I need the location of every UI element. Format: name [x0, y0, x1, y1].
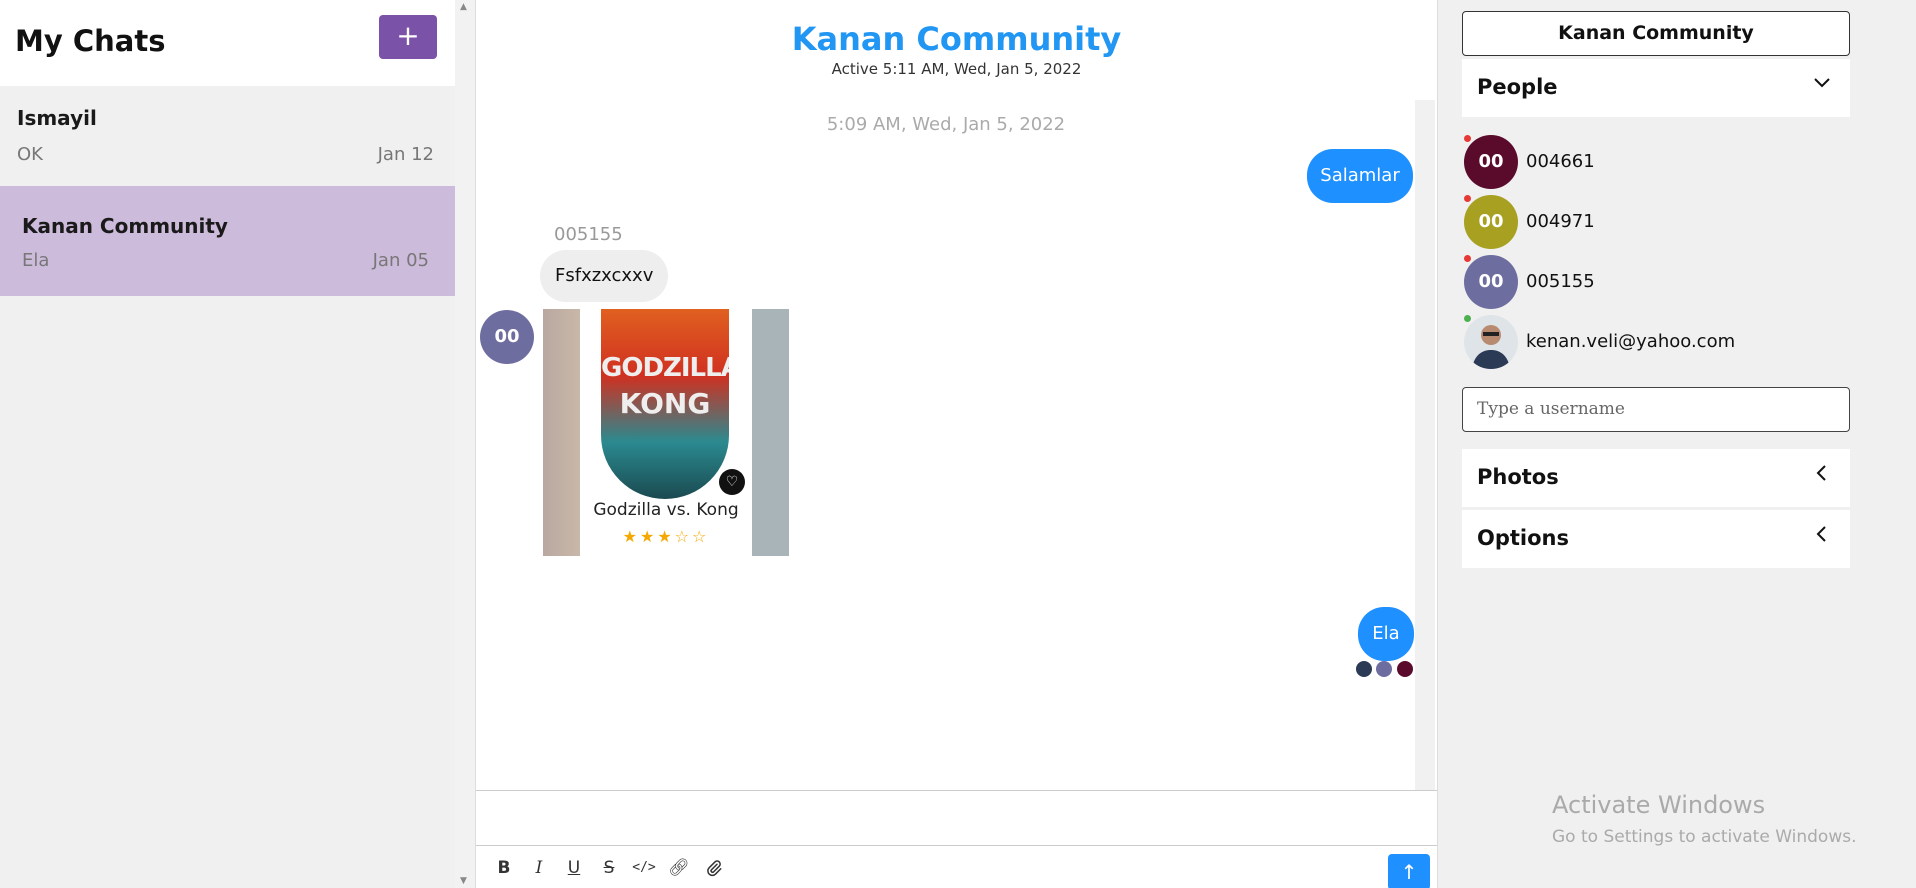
message-scrollbar[interactable] [1415, 100, 1435, 790]
message-timestamp: 5:09 AM, Wed, Jan 5, 2022 [826, 114, 1066, 135]
chat-card-ismayil[interactable]: Ismayil OK Jan 12 [0, 86, 455, 196]
options-section-header[interactable]: Options [1462, 510, 1850, 568]
chat-card-kanan-community[interactable]: Kanan Community Ela Jan 05 [0, 186, 455, 296]
chat-settings-panel: Kanan Community People 00 004661 00 0049… [1437, 0, 1916, 888]
my-message-bubble: Salamlar [1307, 149, 1413, 203]
chat-list-header: My Chats + [0, 0, 455, 86]
options-section-title: Options [1477, 526, 1569, 550]
person-name: 004971 [1526, 211, 1595, 232]
arrow-up-icon: ↑ [1400, 860, 1418, 884]
person-row[interactable]: 00 004971 [1464, 195, 1844, 251]
chat-card-name: Ismayil [17, 106, 97, 130]
new-chat-button[interactable]: + [379, 15, 437, 59]
chat-feed-panel: Kanan Community Active 5:11 AM, Wed, Jan… [476, 0, 1437, 888]
chevron-left-icon [1812, 463, 1832, 489]
person-row[interactable]: kenan.veli@yahoo.com [1464, 315, 1844, 371]
my-message-bubble: Ela [1358, 607, 1414, 661]
people-section-title: People [1477, 75, 1558, 99]
windows-activation-hint: Go to Settings to activate Windows. [1552, 827, 1857, 847]
chat-list-title: My Chats [15, 24, 166, 58]
message-sender-name: 005155 [554, 224, 623, 245]
person-row[interactable]: 00 005155 [1464, 255, 1844, 311]
person-avatar: 00 [1464, 195, 1518, 249]
code-icon[interactable]: </> [632, 856, 656, 880]
online-status-dot [1464, 315, 1471, 322]
username-input[interactable]: Type a username [1462, 387, 1850, 432]
person-avatar: 00 [1464, 255, 1518, 309]
movie-title: Godzilla vs. Kong [593, 500, 739, 520]
scroll-down-arrow-icon[interactable]: ▼ [460, 876, 467, 886]
their-message-bubble: Fsfxzxcxxv [540, 250, 669, 302]
read-receipt-avatar [1356, 661, 1372, 677]
strikethrough-icon[interactable]: S [597, 856, 621, 880]
offline-status-dot [1464, 135, 1471, 142]
chat-title: Kanan Community [791, 20, 1122, 58]
send-button[interactable]: ↑ [1388, 854, 1430, 888]
chat-list-panel: My Chats + Ismayil OK Jan 12 Kanan Commu… [0, 0, 455, 888]
rating-stars: ★★★☆☆ [622, 527, 710, 546]
formatting-toolbar: B I U S </> 🔗︎ ↑ [476, 846, 1437, 888]
photos-section-header[interactable]: Photos [1462, 449, 1850, 507]
chat-card-name: Kanan Community [22, 214, 228, 238]
person-avatar: 00 [1464, 135, 1518, 189]
link-icon[interactable]: 🔗︎ [667, 856, 691, 880]
person-name: 004661 [1526, 151, 1595, 172]
person-name: 005155 [1526, 271, 1595, 292]
chat-card-last-message: Ela [22, 250, 50, 271]
settings-chat-title[interactable]: Kanan Community [1462, 11, 1850, 56]
scroll-up-arrow-icon[interactable]: ▲ [460, 2, 467, 12]
page-scrollbar[interactable]: ▲ ▼ [455, 0, 476, 888]
read-receipt-avatar [1397, 661, 1413, 677]
windows-activation-watermark: Activate Windows [1552, 791, 1766, 819]
chat-card-last-message: OK [17, 144, 43, 165]
bold-icon[interactable]: B [492, 856, 516, 880]
offline-status-dot [1464, 195, 1471, 202]
read-receipt-avatar [1376, 661, 1392, 677]
chat-active-status: Active 5:11 AM, Wed, Jan 5, 2022 [831, 60, 1082, 78]
favorite-heart-icon[interactable]: ♡ [719, 469, 745, 495]
message-input[interactable] [476, 790, 1437, 846]
people-section-header[interactable]: People [1462, 59, 1850, 117]
italic-icon[interactable]: I [527, 856, 551, 880]
poster-title-line-1: GODZILLA [601, 353, 729, 383]
app-root: My Chats + Ismayil OK Jan 12 Kanan Commu… [0, 0, 1916, 888]
underline-icon[interactable]: U [562, 856, 586, 880]
sender-avatar[interactable]: 00 [480, 310, 534, 364]
person-row[interactable]: 00 004661 [1464, 135, 1844, 191]
chevron-down-icon [1812, 73, 1832, 99]
person-name: kenan.veli@yahoo.com [1526, 331, 1736, 352]
chat-card-date: Jan 05 [372, 250, 429, 271]
chat-card-date: Jan 12 [377, 144, 434, 165]
chevron-left-icon [1812, 524, 1832, 550]
shared-image-attachment[interactable]: GODZILLA KONG ♡ Godzilla vs. Kong ★★★☆☆ [543, 309, 789, 556]
poster-title-line-2: KONG [619, 387, 711, 420]
offline-status-dot [1464, 255, 1471, 262]
photos-section-title: Photos [1477, 465, 1559, 489]
attachment-icon[interactable] [702, 856, 726, 880]
person-photo-avatar [1464, 315, 1518, 369]
movie-poster-image: GODZILLA KONG [601, 309, 729, 499]
